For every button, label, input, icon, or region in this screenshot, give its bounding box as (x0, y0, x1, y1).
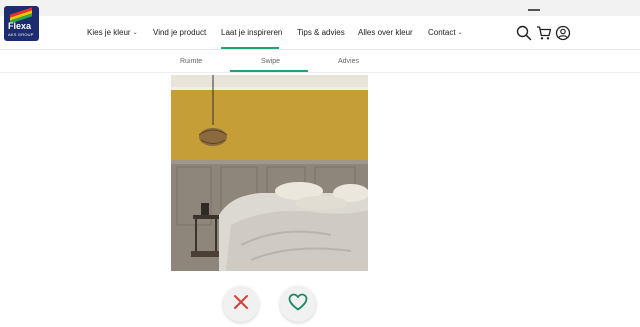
search-icon[interactable] (516, 25, 532, 41)
chevron-down-icon: ⌄ (457, 30, 463, 36)
nav-item-alles-over-kleur[interactable]: Alles over kleur (358, 28, 413, 37)
cart-icon[interactable] (536, 25, 552, 41)
nav-item-label: Kies je kleur (87, 28, 131, 37)
flexa-logo[interactable]: Flexa AKS GROUP (4, 6, 39, 41)
nav-item-label: Laat je inspireren (221, 28, 283, 37)
logo-text: Flexa (8, 21, 32, 31)
swipe-inspiration-image[interactable] (171, 75, 368, 271)
logo-subtext: AKS GROUP (8, 32, 34, 37)
tab-advies[interactable]: Advies (338, 58, 359, 65)
nav-item-label: Tips & advies (297, 28, 345, 37)
menu-dash[interactable] (528, 9, 540, 11)
tab-swipe[interactable]: Swipe (261, 58, 280, 65)
heart-icon (288, 293, 308, 316)
like-button[interactable] (280, 286, 316, 322)
subtab-active-indicator (230, 70, 308, 72)
dislike-button[interactable] (223, 286, 259, 322)
nav-item-contact[interactable]: Contact ⌄ (428, 28, 463, 37)
nav-item-laat-je-inspireren[interactable]: Laat je inspireren (221, 28, 282, 37)
nav-item-kies-je-kleur[interactable]: Kies je kleur ⌄ (87, 28, 138, 37)
account-icon[interactable] (555, 25, 571, 41)
tab-ruimte[interactable]: Ruimte (180, 58, 202, 65)
nav-item-vind-je-product[interactable]: Vind je product (153, 28, 206, 37)
nav-item-label: Vind je product (153, 28, 207, 37)
close-icon (233, 294, 249, 315)
nav-item-tips-advies[interactable]: Tips & advies (297, 28, 345, 37)
nav-active-indicator (221, 47, 279, 49)
top-utility-bar (0, 0, 640, 16)
chevron-down-icon: ⌄ (132, 30, 138, 36)
nav-item-label: Alles over kleur (358, 28, 413, 37)
nav-item-label: Contact (428, 28, 456, 37)
sub-navigation: Ruimte Swipe Advies (0, 51, 640, 73)
